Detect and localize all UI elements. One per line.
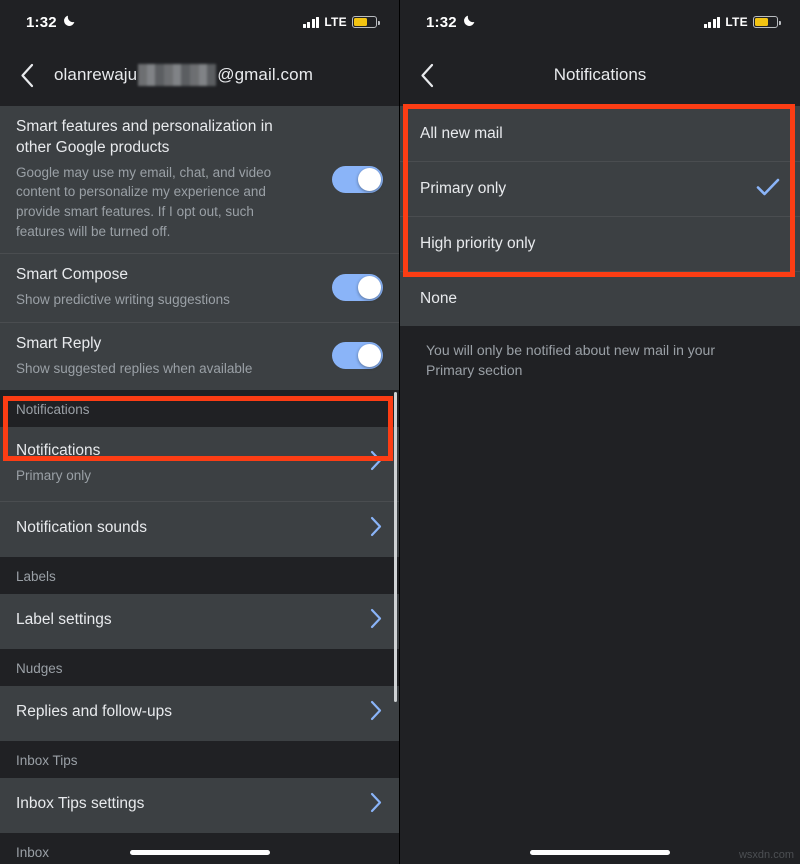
section-header-inbox-tips: Inbox Tips xyxy=(0,740,399,778)
redacted-email-block xyxy=(138,64,217,86)
row-inbox-tips-settings[interactable]: Inbox Tips settings xyxy=(0,777,399,833)
toggle-smart-reply[interactable] xyxy=(332,342,383,370)
row-title: Label settings xyxy=(16,611,112,629)
nav-header-left: olanrewaju @gmail.com xyxy=(0,44,399,106)
status-bar-right-group: LTE xyxy=(302,15,380,29)
row-title: Smart features and personalization in ot… xyxy=(16,118,273,156)
signal-bars-icon xyxy=(302,16,320,28)
chevron-right-icon xyxy=(370,700,383,726)
selection-description-text: You will only be notified about new mail… xyxy=(426,342,715,379)
notification-options-list[interactable]: All new mail Primary only High priority … xyxy=(400,106,800,326)
option-high-priority-only[interactable]: High priority only xyxy=(400,216,800,271)
option-label: Primary only xyxy=(420,180,507,197)
row-subtitle: Show predictive writing suggestions xyxy=(16,292,230,308)
row-smart-reply[interactable]: Smart Reply Show suggested replies when … xyxy=(0,321,399,391)
checkmark-icon xyxy=(756,177,780,202)
watermark: wsxdn.com xyxy=(738,849,794,861)
battery-low-power-icon xyxy=(753,16,781,28)
row-title: Notification sounds xyxy=(16,519,147,537)
row-title: Notifications xyxy=(16,442,101,460)
email-suffix: @gmail.com xyxy=(217,65,313,84)
section-header-nudges: Nudges xyxy=(0,648,399,686)
row-title: Smart Compose xyxy=(16,266,128,284)
vertical-scrollbar-left[interactable] xyxy=(394,392,397,702)
status-bar-left: 1:32 LTE xyxy=(0,0,399,44)
row-label-settings[interactable]: Label settings xyxy=(0,593,399,649)
option-primary-only[interactable]: Primary only xyxy=(400,161,800,216)
signal-bars-icon xyxy=(703,16,721,28)
moon-icon xyxy=(463,13,477,32)
row-replies-followups[interactable]: Replies and follow-ups xyxy=(0,685,399,741)
back-chevron-icon[interactable] xyxy=(0,63,54,88)
selection-description: You will only be notified about new mail… xyxy=(400,326,800,381)
option-label: High priority only xyxy=(420,235,536,252)
status-time: 1:32 xyxy=(26,13,57,31)
row-notifications[interactable]: Notifications Primary only xyxy=(0,427,399,501)
dual-screenshot-comparison: 1:32 LTE olanrewaju @gmail.com Smart fea… xyxy=(0,0,800,864)
row-subtitle: Google may use my email, chat, and video… xyxy=(16,164,272,239)
status-bar-right-group: LTE xyxy=(703,15,781,29)
battery-low-power-icon xyxy=(352,16,380,28)
right-phone-screen: 1:32 LTE Notifications All new mail Prim… xyxy=(400,0,800,864)
left-phone-screen: 1:32 LTE olanrewaju @gmail.com Smart fea… xyxy=(0,0,400,864)
section-header-inbox: Inbox xyxy=(0,832,399,864)
chevron-right-icon xyxy=(370,792,383,818)
status-bar-right: 1:32 LTE xyxy=(400,0,800,44)
row-subtitle: Primary only xyxy=(16,467,92,483)
row-smart-features[interactable]: Smart features and personalization in ot… xyxy=(0,106,399,254)
section-header-notifications: Notifications xyxy=(0,390,399,428)
status-bar-left-group: 1:32 xyxy=(26,13,77,32)
row-title: Inbox Tips settings xyxy=(16,795,145,813)
nav-header-right: Notifications xyxy=(400,44,800,106)
email-prefix: olanrewaju xyxy=(54,65,138,84)
row-title: Smart Reply xyxy=(16,334,102,352)
row-notification-sounds[interactable]: Notification sounds xyxy=(0,500,399,557)
status-time: 1:32 xyxy=(426,13,457,31)
row-title: Replies and follow-ups xyxy=(16,703,172,721)
home-indicator xyxy=(129,850,270,855)
toggle-smart-compose[interactable] xyxy=(332,273,383,301)
page-title: Notifications xyxy=(553,65,647,84)
status-bar-left-group: 1:32 xyxy=(426,13,477,32)
option-label: None xyxy=(420,290,458,307)
network-type-label: LTE xyxy=(324,15,347,29)
option-none[interactable]: None xyxy=(400,271,800,326)
account-email-title: olanrewaju @gmail.com xyxy=(54,64,313,86)
home-indicator xyxy=(530,850,670,855)
section-header-labels: Labels xyxy=(0,556,399,594)
row-subtitle: Show suggested replies when available xyxy=(16,360,253,376)
chevron-right-icon xyxy=(370,516,383,542)
settings-list-left[interactable]: Smart features and personalization in ot… xyxy=(0,106,399,864)
moon-icon xyxy=(63,13,77,32)
row-smart-compose[interactable]: Smart Compose Show predictive writing su… xyxy=(0,253,399,322)
option-label: All new mail xyxy=(420,124,503,142)
chevron-right-icon xyxy=(370,608,383,634)
network-type-label: LTE xyxy=(725,15,748,29)
option-all-new-mail[interactable]: All new mail xyxy=(400,106,800,161)
chevron-right-icon xyxy=(370,450,383,476)
toggle-smart-features[interactable] xyxy=(332,165,383,193)
back-chevron-icon[interactable] xyxy=(400,63,454,88)
